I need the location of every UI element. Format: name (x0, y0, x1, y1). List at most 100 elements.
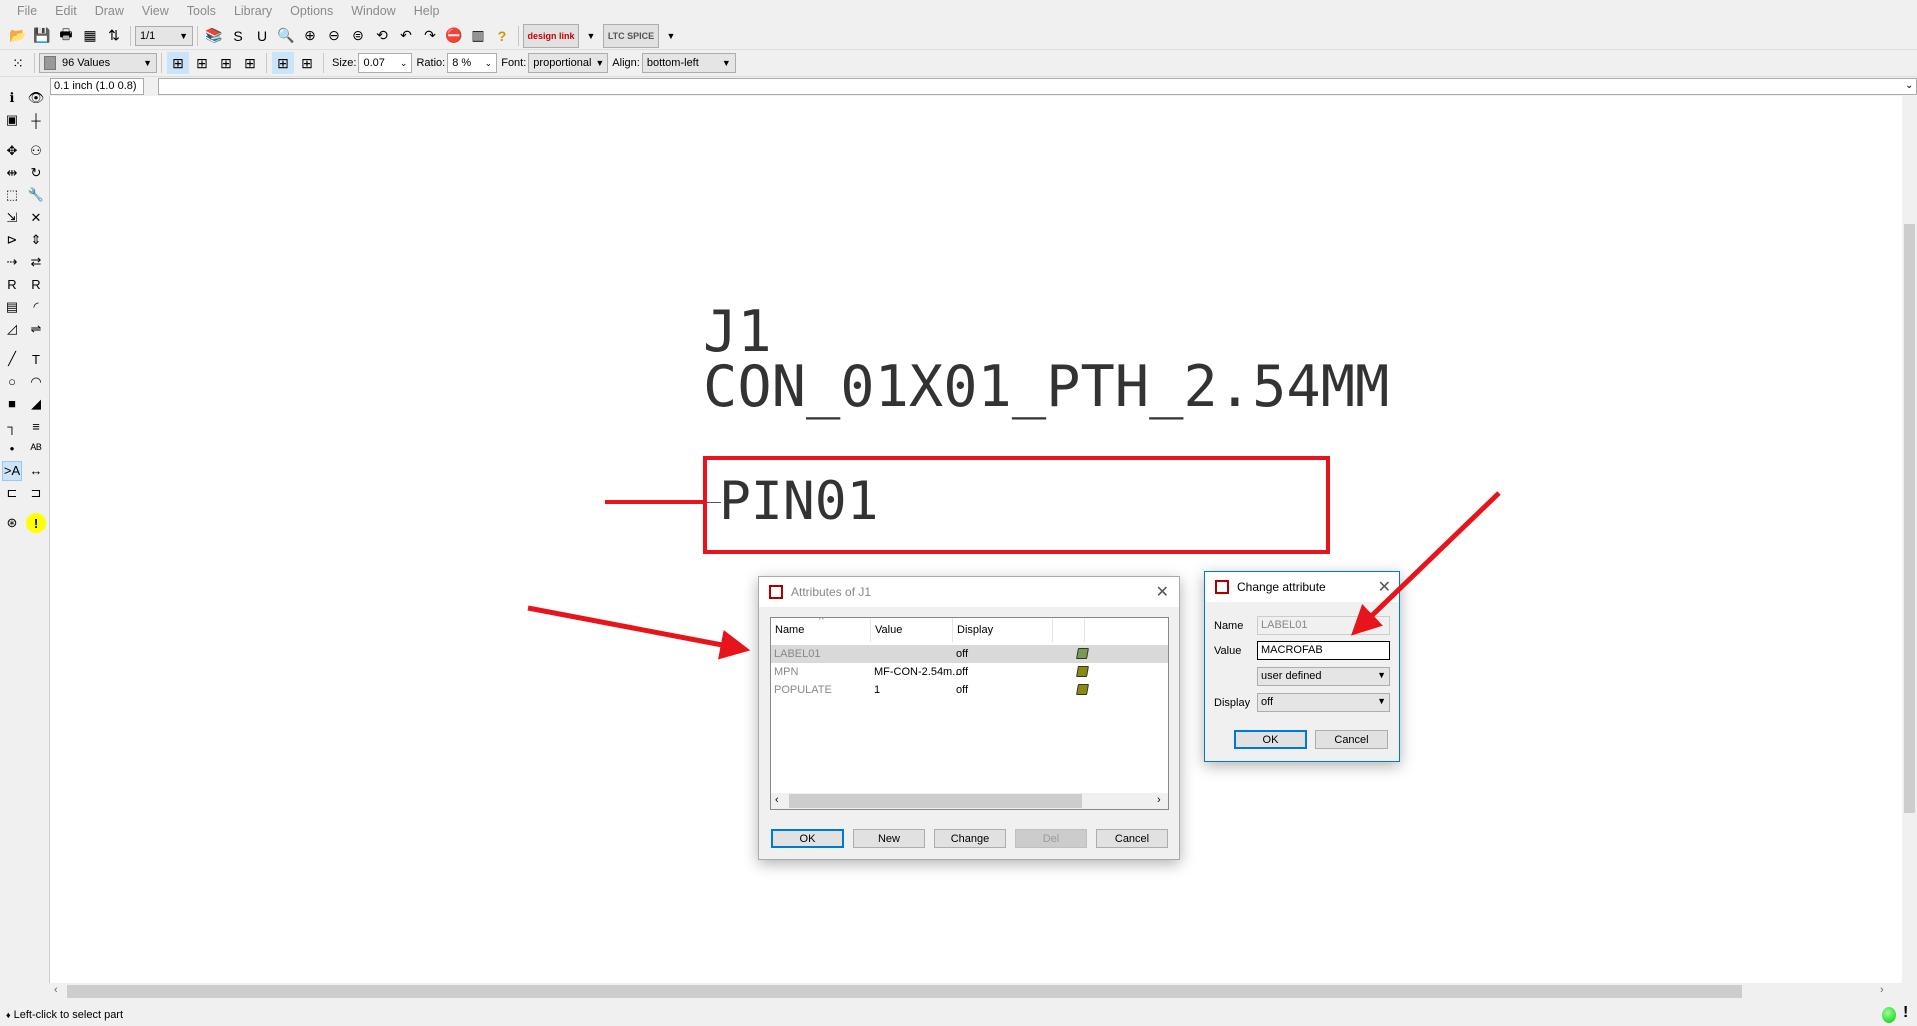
mirror-tool-icon[interactable]: ⇹ (2, 163, 22, 183)
text-option-icon[interactable]: ⊞ (296, 52, 318, 74)
cancel-button[interactable]: Cancel (1315, 730, 1388, 749)
invoke-tool-icon[interactable]: ⇢ (2, 252, 22, 272)
scroll-right-icon[interactable]: › (1157, 794, 1161, 806)
layer-select[interactable]: 96 Values ▼ (39, 53, 157, 73)
text-align-option-icon[interactable]: ⊞ (191, 52, 213, 74)
script-icon[interactable]: S (227, 25, 249, 47)
vertical-scroll-thumb[interactable] (1904, 224, 1915, 813)
wire-tool-icon[interactable]: ╱ (2, 349, 22, 369)
menu-window[interactable]: Window (342, 4, 404, 18)
cam-processor-icon[interactable]: ▦ (79, 25, 101, 47)
split-tool-icon[interactable]: ◿ (2, 319, 22, 339)
paste-tool-icon[interactable]: ⇲ (2, 208, 22, 228)
print-icon[interactable]: 🖶 (55, 25, 77, 47)
attribute-tool-icon[interactable]: >A (2, 460, 22, 481)
column-header-value[interactable]: Value (871, 618, 953, 642)
library-icon[interactable]: 📚 (203, 25, 225, 47)
scroll-left-icon[interactable]: ‹ (54, 984, 58, 996)
zoom-fit-icon[interactable]: 🔍 (275, 25, 297, 47)
close-icon[interactable]: ✕ (1378, 577, 1391, 597)
sheet-select[interactable]: 1/1 ▼ (135, 25, 193, 46)
font-select[interactable]: proportional ▼ (528, 53, 609, 73)
dimension-tool-icon[interactable]: ↔ (26, 461, 46, 481)
zoom-select-icon[interactable]: ⊜ (347, 25, 369, 47)
smash-tool-icon[interactable]: ▤ (2, 297, 22, 317)
save-icon[interactable]: 💾 (31, 25, 53, 47)
command-line-input[interactable] (158, 78, 1917, 95)
zoom-out-icon[interactable]: ⊖ (323, 25, 345, 47)
label-tool-icon[interactable]: ᴬᴮ (26, 439, 46, 459)
open-icon[interactable]: 📂 (7, 25, 29, 47)
menu-tools[interactable]: Tools (178, 4, 225, 18)
attribute-row[interactable]: POPULATE 1 off (771, 681, 1168, 699)
mark-tool-icon[interactable]: ┼ (26, 110, 46, 130)
grid-icon[interactable]: ⁙ (7, 52, 29, 74)
menu-edit[interactable]: Edit (46, 4, 86, 18)
warning-icon[interactable]: ! (1903, 1004, 1908, 1022)
ok-button[interactable]: OK (1234, 730, 1307, 749)
new-button[interactable]: New (853, 829, 925, 848)
circle-tool-icon[interactable]: ○ (2, 372, 22, 392)
text-option-icon[interactable]: ⊞ (272, 52, 294, 74)
change-button[interactable]: Change (934, 829, 1006, 848)
attribute-row[interactable]: MPN MF-CON-2.54m... off (771, 663, 1168, 681)
errc-tool-icon[interactable]: ⊛ (2, 513, 22, 533)
value-tool-icon[interactable]: R (26, 274, 46, 294)
menu-view[interactable]: View (133, 4, 178, 18)
ok-button[interactable]: OK (771, 829, 844, 848)
chevron-down-icon[interactable]: ⌄ (1905, 80, 1913, 91)
move-tool-icon[interactable]: ✥ (2, 141, 22, 161)
chevron-down-icon[interactable]: ▼ (580, 25, 602, 47)
miter-tool-icon[interactable]: ◜ (26, 297, 46, 317)
undo-icon[interactable]: ↶ (395, 25, 417, 47)
stop-icon[interactable]: ⛔ (443, 25, 465, 47)
zoom-in-icon[interactable]: ⊕ (299, 25, 321, 47)
horizontal-scroll-thumb[interactable] (67, 985, 1742, 998)
menu-library[interactable]: Library (225, 4, 281, 18)
cancel-button[interactable]: Cancel (1096, 829, 1168, 848)
erc-warning-tool-icon[interactable]: ! (26, 513, 46, 534)
value-type-select[interactable]: user defined ▼ (1257, 667, 1390, 686)
delete-tool-icon[interactable]: ✕ (26, 208, 46, 228)
zoom-redraw-icon[interactable]: ⟲ (371, 25, 393, 47)
attribute-row[interactable]: LABEL01 off (771, 645, 1168, 663)
text-align-option-icon[interactable]: ⊞ (239, 52, 261, 74)
display-layers-tool-icon[interactable]: ▣ (2, 110, 22, 130)
text-align-option-icon[interactable]: ⊞ (167, 52, 189, 74)
scroll-left-icon[interactable]: ‹ (775, 794, 779, 806)
rectangle-tool-icon[interactable]: ■ (2, 394, 22, 414)
gate-swap-tool-icon[interactable]: ⇄ (26, 252, 46, 272)
display-select[interactable]: off ▼ (1257, 693, 1390, 712)
group-tool-icon[interactable]: ⬚ (2, 185, 22, 205)
arc-tool-icon[interactable]: ◠ (26, 372, 46, 392)
help-icon[interactable]: ? (491, 25, 513, 47)
chevron-down-icon[interactable]: ▼ (660, 25, 682, 47)
rotate-tool-icon[interactable]: ↻ (26, 163, 46, 183)
design-link-button[interactable]: design link (523, 23, 579, 48)
close-icon[interactable]: ✕ (1156, 582, 1169, 602)
redo-icon[interactable]: ↷ (419, 25, 441, 47)
show-tool-icon[interactable]: 👁 (26, 88, 46, 108)
align-select[interactable]: bottom-left ▼ (641, 53, 736, 73)
pin-tool-icon[interactable]: ⊐ (26, 483, 46, 503)
menu-draw[interactable]: Draw (86, 4, 133, 18)
size-combo[interactable]: 0.07 ⌄ (358, 53, 413, 73)
value-input[interactable]: MACROFAB (1257, 641, 1390, 660)
junction-tool-icon[interactable]: • (2, 439, 22, 459)
list-scroll-thumb[interactable] (789, 794, 1082, 808)
add-tool-icon[interactable]: ⊳ (2, 230, 22, 250)
menu-help[interactable]: Help (405, 4, 449, 18)
ulp-icon[interactable]: U (251, 25, 273, 47)
scroll-right-icon[interactable]: › (1880, 984, 1884, 996)
ltspice-button[interactable]: LTC SPICE (603, 23, 659, 48)
text-align-option-icon[interactable]: ⊞ (215, 52, 237, 74)
bus-tool-icon[interactable]: ≡ (26, 416, 46, 436)
menu-options[interactable]: Options (281, 4, 342, 18)
frame-tool-icon[interactable]: ⊏ (2, 483, 22, 503)
optimize-tool-icon[interactable]: ⇌ (26, 319, 46, 339)
name-tool-icon[interactable]: R (2, 274, 22, 294)
text-tool-icon[interactable]: T (26, 349, 46, 369)
net-tool-icon[interactable]: ┐ (2, 416, 22, 436)
column-header-display[interactable]: Display (953, 618, 1053, 642)
change-tool-icon[interactable]: 🔧 (26, 185, 46, 205)
